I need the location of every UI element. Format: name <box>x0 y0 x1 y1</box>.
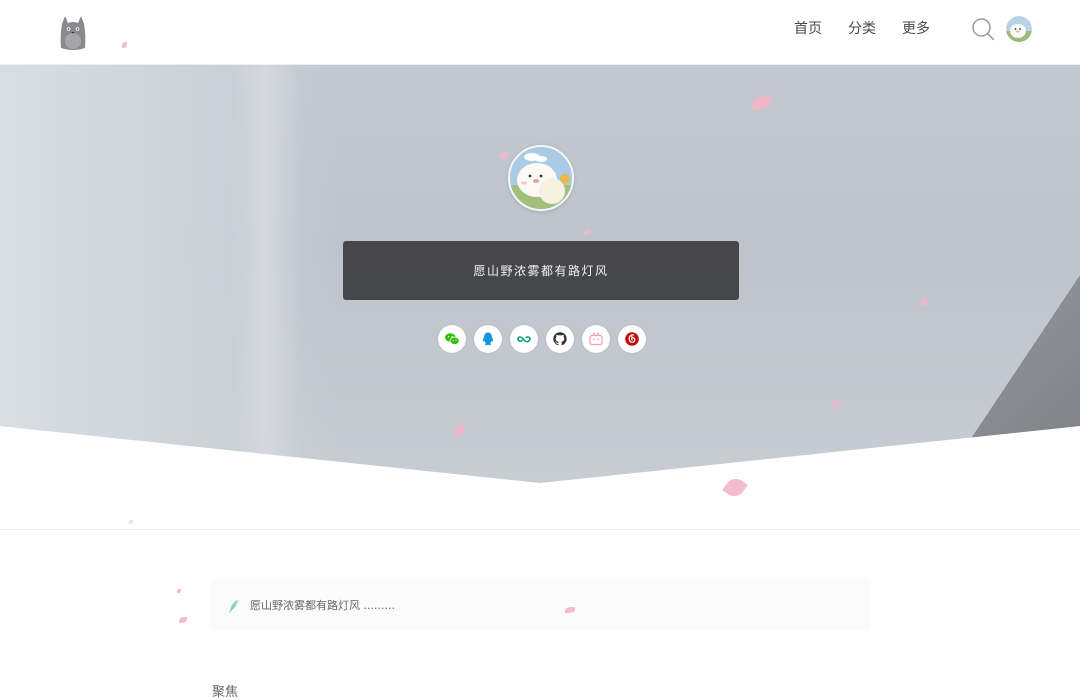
infinity-icon[interactable] <box>510 325 538 353</box>
totoro-logo-icon[interactable] <box>58 14 88 52</box>
site-header: 首页 分类 更多 <box>0 0 1080 65</box>
hero-bg-pillar <box>230 65 300 483</box>
feather-icon <box>228 598 240 613</box>
user-avatar[interactable] <box>1006 16 1032 42</box>
main-nav: 首页 分类 更多 <box>794 20 930 38</box>
wechat-icon[interactable] <box>438 325 466 353</box>
sakura-petal-icon <box>722 474 748 501</box>
nav-categories[interactable]: 分类 <box>848 20 876 38</box>
section-divider <box>0 529 1080 530</box>
hero-banner: 愿山野浓雾都有路灯风 <box>0 65 1080 483</box>
hero-bg-rock <box>940 245 1080 483</box>
profile-avatar[interactable] <box>508 145 574 211</box>
sakura-petal-icon <box>179 617 187 623</box>
sakura-petal-icon <box>129 520 133 524</box>
notice-text: 愿山野浓雾都有路灯风 ......... <box>250 599 395 612</box>
section-title: 聚焦 <box>212 685 239 700</box>
notice-bar: 愿山野浓雾都有路灯风 ......... <box>211 579 870 630</box>
search-icon[interactable] <box>971 17 995 41</box>
sakura-petal-icon <box>177 589 181 593</box>
motto-banner: 愿山野浓雾都有路灯风 <box>343 241 739 300</box>
social-links <box>438 325 646 353</box>
nav-home[interactable]: 首页 <box>794 20 822 38</box>
github-icon[interactable] <box>546 325 574 353</box>
nav-more[interactable]: 更多 <box>902 20 930 38</box>
qq-icon[interactable] <box>474 325 502 353</box>
motto-text: 愿山野浓雾都有路灯风 <box>473 264 609 278</box>
netease-music-icon[interactable] <box>618 325 646 353</box>
bilibili-icon[interactable] <box>582 325 610 353</box>
